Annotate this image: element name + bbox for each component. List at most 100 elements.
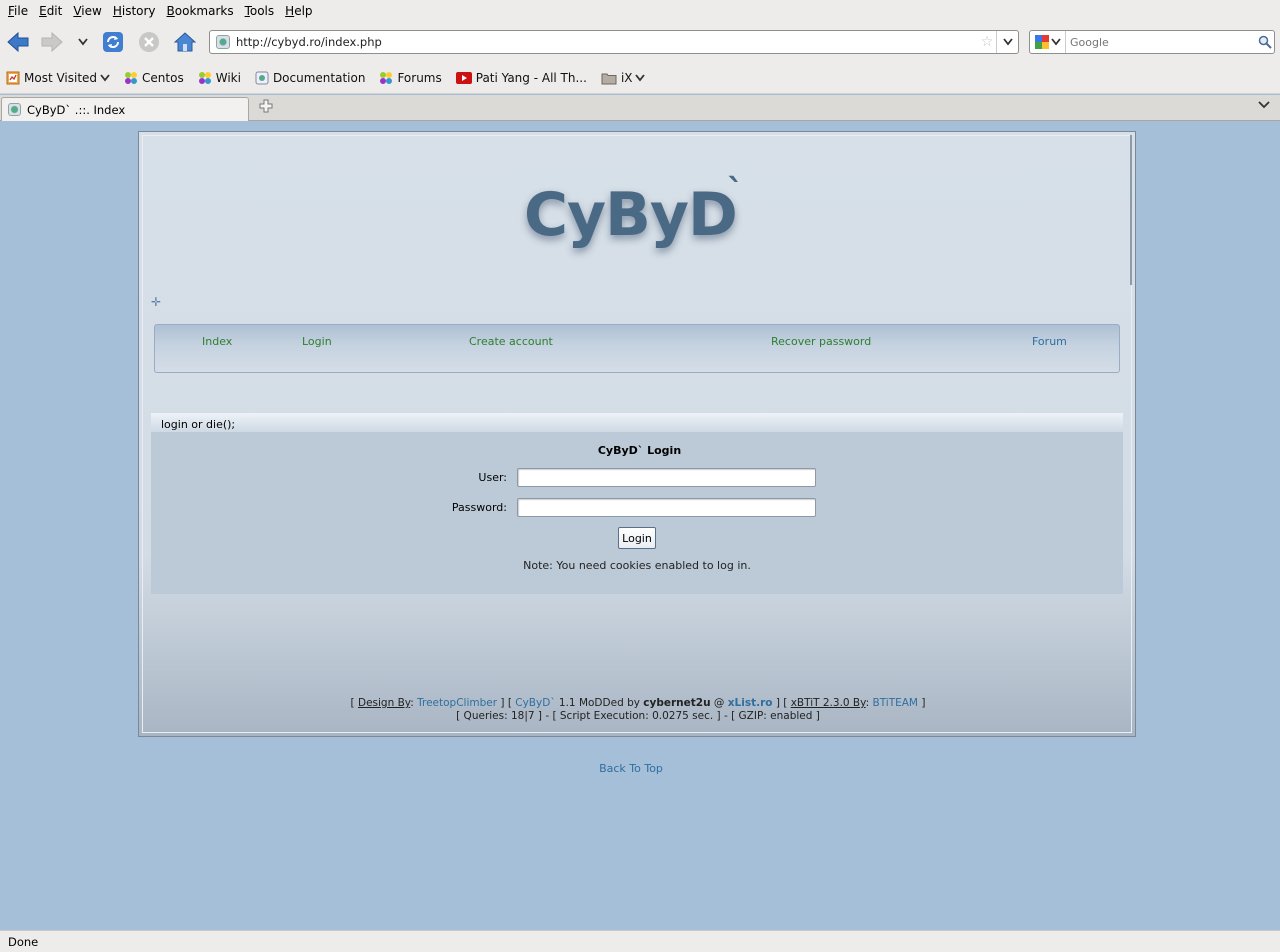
user-label: User:: [478, 471, 507, 484]
footer-link-cybyd[interactable]: CyByD`: [515, 697, 555, 709]
tab-title: CyByD` .::. Index: [27, 102, 126, 117]
menu-tools[interactable]: Tools: [241, 4, 279, 18]
footer-design-by: Design By: [357, 697, 411, 709]
footer-author: cybernet2u: [643, 697, 711, 709]
site-logo[interactable]: CyByD: [524, 180, 754, 250]
site-container: CyByD ` ✛ Index Login Create account Rec…: [138, 131, 1136, 737]
history-dropdown[interactable]: [71, 29, 95, 55]
footer-stats: [ Queries: 18|7 ] - [ Script Execution: …: [456, 710, 820, 722]
footer-text: [: [350, 697, 358, 709]
chevron-down-icon: [78, 38, 88, 46]
bookmark-label: Most Visited: [24, 70, 98, 85]
menu-bookmarks[interactable]: Bookmarks: [163, 4, 238, 18]
site-favicon-icon: [8, 103, 21, 116]
menu-help[interactable]: Help: [281, 4, 316, 18]
menu-bar: File Edit View History Bookmarks Tools H…: [0, 0, 1280, 22]
search-input[interactable]: [1066, 35, 1256, 49]
search-icon[interactable]: [1256, 33, 1274, 51]
reload-icon: [103, 32, 123, 52]
login-heading: CyByD` Login: [597, 444, 682, 457]
url-history-dropdown[interactable]: [996, 31, 1018, 53]
bookmark-centos[interactable]: Centos: [124, 71, 184, 85]
page-viewport: CyByD ` ✛ Index Login Create account Rec…: [0, 121, 1280, 930]
crosshair-icon: ✛: [151, 295, 162, 309]
footer-link-btiteam[interactable]: BTiTEAM: [872, 697, 918, 709]
site-favicon-icon: [216, 35, 230, 49]
menu-link-login[interactable]: Login: [302, 335, 332, 348]
menu-link-recover-password[interactable]: Recover password: [771, 335, 871, 348]
search-engine-selector[interactable]: [1030, 31, 1066, 53]
menu-view[interactable]: View: [69, 4, 105, 18]
chevron-down-icon: [634, 73, 645, 81]
most-visited-icon: [6, 71, 20, 84]
menu-edit[interactable]: Edit: [35, 4, 66, 18]
search-bar: [1029, 30, 1275, 54]
forward-arrow-icon: [41, 31, 63, 53]
new-tab-button[interactable]: [257, 99, 275, 117]
reload-button[interactable]: [100, 29, 126, 55]
home-button[interactable]: [172, 29, 198, 55]
back-button[interactable]: [5, 29, 31, 55]
tab-cybyd-index[interactable]: CyByD` .::. Index: [1, 97, 249, 121]
panel-title: login or die();: [151, 413, 1123, 432]
back-arrow-icon: [7, 31, 29, 53]
login-panel: login or die(); CyByD` Login User: Passw…: [151, 413, 1123, 594]
navigation-toolbar: http://cybyd.ro/index.php ☆: [0, 22, 1280, 62]
gear-flower-icon: [380, 71, 393, 84]
footer-link-xlist[interactable]: xList.ro: [728, 697, 773, 709]
menu-file[interactable]: File: [4, 4, 32, 18]
bookmarks-toolbar: Most Visited Centos Wiki Documentation F…: [0, 62, 1280, 94]
url-text[interactable]: http://cybyd.ro/index.php: [236, 35, 978, 49]
folder-icon: [601, 73, 617, 84]
tab-strip: CyByD` .::. Index: [0, 95, 1280, 121]
bookmark-label: Documentation: [272, 70, 366, 85]
stop-button[interactable]: [136, 29, 162, 55]
password-input[interactable]: [517, 498, 816, 517]
forward-button[interactable]: [39, 29, 65, 55]
bookmark-most-visited[interactable]: Most Visited: [6, 71, 110, 85]
footer-credits: [ Design By: TreetopClimber ] [ CyByD` 1…: [139, 697, 1137, 709]
footer-xbtit: xBTiT 2.3.0 By: [790, 697, 866, 709]
footer-text: 1.1 MoDDed by: [555, 697, 644, 709]
footer-text: ]: [918, 697, 926, 709]
footer-text: ] [: [772, 697, 791, 709]
login-button[interactable]: Login: [618, 527, 656, 549]
bookmark-documentation[interactable]: Documentation: [255, 70, 366, 85]
footer-text: @: [710, 697, 728, 709]
logo-accent: `: [727, 172, 744, 212]
chevron-down-icon: [1002, 38, 1013, 46]
address-bar[interactable]: http://cybyd.ro/index.php ☆: [209, 30, 1019, 54]
back-to-top-link[interactable]: Back To Top: [0, 762, 1262, 775]
footer-link-treetopclimber[interactable]: TreetopClimber: [417, 697, 497, 709]
bookmark-forums[interactable]: Forums: [379, 70, 442, 85]
bookmark-star-icon[interactable]: ☆: [978, 34, 996, 50]
inner-scroll-indicator: [1130, 135, 1132, 285]
page-icon: [255, 71, 269, 84]
bookmark-label: Centos: [142, 70, 184, 85]
footer-text: ] [: [497, 697, 516, 709]
password-label: Password:: [451, 501, 507, 514]
list-all-tabs-button[interactable]: [1256, 99, 1272, 117]
stop-icon: [139, 32, 159, 52]
bookmark-folder-ix[interactable]: iX: [601, 71, 645, 85]
chevron-down-icon: [100, 73, 110, 81]
menu-history[interactable]: History: [109, 4, 160, 18]
bookmark-label: Forums: [397, 70, 442, 85]
bookmark-label: Pati Yang - All Th...: [475, 70, 587, 85]
google-icon: [1034, 35, 1049, 49]
menu-link-index[interactable]: Index: [202, 335, 232, 348]
youtube-icon: [455, 71, 472, 84]
site-menu: Index Login Create account Recover passw…: [154, 324, 1120, 373]
bookmark-pati-yang[interactable]: Pati Yang - All Th...: [455, 70, 587, 85]
cookies-note: Note: You need cookies enabled to log in…: [523, 559, 751, 572]
menu-link-create-account[interactable]: Create account: [469, 335, 553, 348]
chevron-down-icon: [1258, 101, 1270, 109]
gear-flower-icon: [125, 71, 138, 84]
bookmark-label: iX: [620, 70, 633, 85]
menu-link-forum[interactable]: Forum: [1032, 335, 1067, 348]
plus-icon: [259, 99, 273, 113]
bookmark-wiki[interactable]: Wiki: [198, 71, 241, 85]
chevron-down-icon: [1050, 38, 1061, 46]
gear-flower-icon: [198, 71, 211, 84]
username-input[interactable]: [517, 468, 816, 487]
